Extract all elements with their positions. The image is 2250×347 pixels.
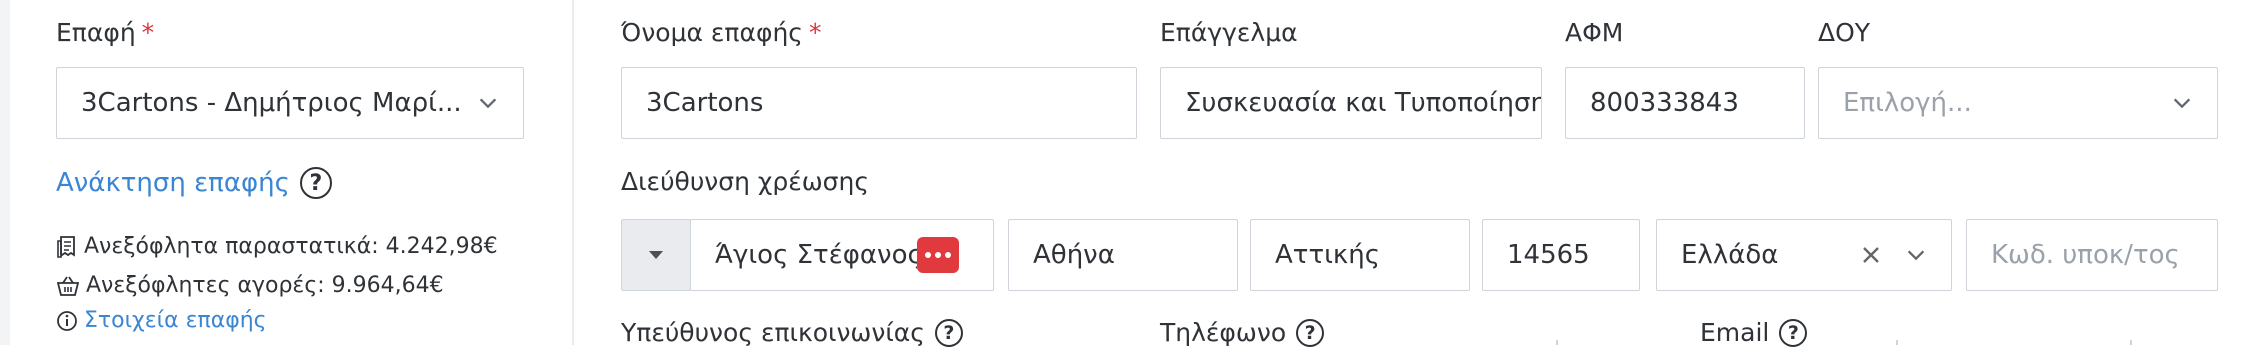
- name-input[interactable]: 3Cartons: [621, 67, 1137, 139]
- country-select[interactable]: Ελλάδα: [1656, 219, 1952, 291]
- city-input-value: Αθήνα: [1033, 240, 1115, 270]
- contact-person-label-row: Υπεύθυνος επικοινωνίας ?: [621, 318, 963, 347]
- panel-divider: [572, 0, 574, 345]
- unpaid-purchases: Ανεξόφλητες αγορές: 9.964,64€: [56, 273, 444, 298]
- password-dots-icon[interactable]: [917, 237, 959, 273]
- contact-details-link[interactable]: Στοιχεία επαφής: [84, 308, 267, 333]
- required-mark: *: [808, 18, 822, 47]
- contact-select[interactable]: 3Cartons - Δημήτριος Μαρί...: [56, 67, 524, 139]
- receipt-icon: [57, 235, 75, 258]
- phone-label: Τηλέφωνο: [1160, 318, 1287, 347]
- chevron-down-icon: [479, 98, 497, 109]
- email-label-row: Email ?: [1700, 318, 1808, 347]
- email-label: Email: [1700, 318, 1770, 347]
- afm-input-value: 800333843: [1590, 88, 1739, 118]
- help-icon[interactable]: ?: [1779, 318, 1808, 347]
- caret-down-icon: [649, 251, 663, 259]
- name-input-value: 3Cartons: [646, 88, 764, 118]
- profession-label: Επάγγελμα: [1160, 18, 1298, 47]
- input-edge: [1556, 340, 1558, 345]
- zip-input[interactable]: 14565: [1482, 219, 1640, 291]
- required-mark: *: [141, 18, 155, 47]
- subcode-input[interactable]: Κωδ. υποκ/τος: [1966, 219, 2218, 291]
- contact-person-label: Υπεύθυνος επικοινωνίας: [621, 318, 925, 347]
- region-input[interactable]: Αττικής: [1250, 219, 1470, 291]
- region-input-value: Αττικής: [1275, 240, 1380, 270]
- zip-input-value: 14565: [1507, 240, 1590, 270]
- retrieve-contact-row: Ανάκτηση επαφής ?: [56, 167, 332, 199]
- close-icon[interactable]: [1861, 245, 1881, 265]
- basket-icon: [56, 276, 80, 296]
- country-select-value: Ελλάδα: [1681, 240, 1779, 270]
- name-label-text: Όνομα επαφής: [621, 18, 803, 47]
- info-icon: [57, 310, 77, 331]
- profession-input[interactable]: Συσκευασία και Τυποποίηση: [1160, 67, 1542, 139]
- phone-label-row: Τηλέφωνο ?: [1160, 318, 1325, 347]
- doy-select[interactable]: Επιλογή...: [1818, 67, 2218, 139]
- contact-label-text: Επαφή: [56, 18, 136, 47]
- street-input[interactable]: Άγιος Στέφανος: [690, 219, 994, 291]
- retrieve-contact-link[interactable]: Ανάκτηση επαφής: [56, 168, 290, 198]
- help-icon[interactable]: ?: [299, 167, 332, 199]
- input-edge: [1896, 340, 1898, 345]
- contact-details-row: Στοιχεία επαφής: [56, 308, 267, 333]
- left-edge-strip: [0, 0, 10, 345]
- help-icon[interactable]: ?: [934, 318, 963, 347]
- unpaid-purchases-text: Ανεξόφλητες αγορές: 9.964,64€: [86, 273, 444, 298]
- address-toggle-button[interactable]: [621, 219, 691, 291]
- dots-glyph: [925, 252, 951, 258]
- subcode-placeholder: Κωδ. υποκ/τος: [1991, 240, 2180, 270]
- contact-select-value: 3Cartons - Δημήτριος Μαρί...: [81, 88, 462, 118]
- help-icon[interactable]: ?: [1296, 318, 1325, 347]
- chevron-down-icon: [2173, 98, 2191, 109]
- chevron-down-icon[interactable]: [1905, 244, 1927, 266]
- contact-label: Επαφή *: [56, 18, 154, 47]
- street-input-value: Άγιος Στέφανος: [715, 240, 917, 270]
- name-label: Όνομα επαφής *: [621, 18, 821, 47]
- profession-input-value: Συσκευασία και Τυποποίηση: [1185, 88, 1541, 118]
- input-edge: [2130, 340, 2132, 345]
- doy-placeholder: Επιλογή...: [1843, 88, 1972, 118]
- billing-address-label: Διεύθυνση χρέωσης: [621, 167, 870, 196]
- afm-input[interactable]: 800333843: [1565, 67, 1805, 139]
- unpaid-documents-text: Ανεξόφλητα παραστατικά: 4.242,98€: [84, 234, 498, 259]
- city-input[interactable]: Αθήνα: [1008, 219, 1238, 291]
- unpaid-documents: Ανεξόφλητα παραστατικά: 4.242,98€: [56, 234, 498, 259]
- afm-label: ΑΦΜ: [1565, 18, 1624, 47]
- doy-label: ΔΟΥ: [1818, 18, 1871, 47]
